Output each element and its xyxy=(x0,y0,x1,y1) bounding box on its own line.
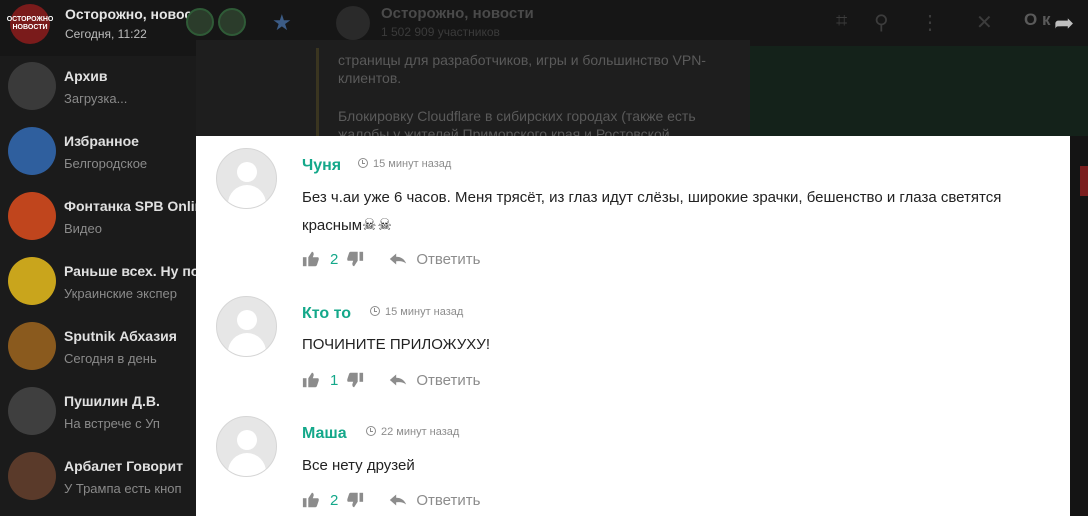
chat-subscribers: 1 502 909 участников xyxy=(381,25,500,39)
chat-preview: Белгородское xyxy=(64,156,148,171)
chat-name: Арбалет Говорит xyxy=(64,458,183,474)
chat-name: Sputnik Абхазия xyxy=(64,328,177,344)
comment-author[interactable]: Чуня xyxy=(302,157,341,175)
reply-arrow-icon[interactable] xyxy=(388,372,408,388)
star-icon[interactable]: ★ xyxy=(272,10,292,36)
chat-name: Раньше всех. Ну по xyxy=(64,263,200,279)
quote-bar xyxy=(316,48,319,136)
chat-list-item[interactable]: Раньше всех. Ну по Украинские экспер xyxy=(0,251,200,316)
comment-body: ПОЧИНИТЕ ПРИЛОЖУХУ! xyxy=(302,336,491,353)
chat-list-item[interactable]: Архив Загрузка... xyxy=(0,56,196,121)
avatar xyxy=(216,416,277,477)
time-text: 15 минут назад xyxy=(385,306,464,318)
chat-avatar xyxy=(8,452,56,500)
clock-icon xyxy=(366,426,376,436)
thumbs-up-icon[interactable] xyxy=(302,250,320,268)
chat-name: Пушилин Д.В. xyxy=(64,393,160,409)
chat-list-item[interactable]: Арбалет Говорит У Трампа есть кноп xyxy=(0,446,196,511)
like-count: 1 xyxy=(330,371,339,389)
chat-avatar xyxy=(8,387,56,435)
reply-arrow-icon[interactable] xyxy=(388,492,408,508)
close-icon[interactable]: ✕ xyxy=(976,10,993,35)
red-marker xyxy=(1080,166,1088,196)
story-avatar[interactable] xyxy=(218,8,246,36)
avatar xyxy=(216,148,277,209)
message-line: жалобы у жителей Приморского края и Рост… xyxy=(338,126,670,136)
channel-logo-text: ОСТОРОЖНО НОВОСТИ xyxy=(6,16,54,31)
reply-button[interactable]: Ответить xyxy=(416,251,480,268)
chat-name: Фонтанка SPB Onlin xyxy=(64,198,204,214)
thumbs-up-icon[interactable] xyxy=(302,371,320,389)
chat-title: Осторожно, новости xyxy=(381,5,534,22)
chat-name: Избранное xyxy=(64,133,139,149)
comment-time: 15 минут назад xyxy=(358,158,451,170)
chat-preview: Загрузка... xyxy=(64,91,128,106)
chat-preview: Видео xyxy=(64,221,102,236)
thumbs-down-icon[interactable] xyxy=(346,371,364,389)
comment-text: Без ч.аи уже 6 часов. Меня трясёт, из гл… xyxy=(302,184,1042,240)
reply-button[interactable]: Ответить xyxy=(416,372,480,389)
avatar xyxy=(216,296,277,357)
chat-preview: У Трампа есть кноп xyxy=(64,481,182,496)
chat-preview: На встрече с Уп xyxy=(64,416,160,431)
story-time: Сегодня, 11:22 xyxy=(65,27,147,41)
comment-body: Без ч.аи уже 6 часов. Меня трясёт, из гл… xyxy=(302,189,1002,234)
chat-list-item[interactable]: Sputnik Абхазия Сегодня в день xyxy=(0,316,196,381)
chat-message-area: страницы для разработчиков, игры и больш… xyxy=(196,40,750,136)
media-preview[interactable] xyxy=(750,46,1088,136)
thumbs-up-icon[interactable] xyxy=(302,491,320,509)
time-text: 15 минут назад xyxy=(373,158,452,170)
chat-avatar xyxy=(8,322,56,370)
comment-text: Все нету друзей xyxy=(302,452,1042,480)
comment-actions: 2 Ответить xyxy=(302,249,480,269)
skull-emoji: ☠☠ xyxy=(362,217,393,234)
chat-avatar xyxy=(8,257,56,305)
chat-avatar xyxy=(8,192,56,240)
comment-actions: 1 Ответить xyxy=(302,370,480,390)
comment-time: 15 минут назад xyxy=(370,306,463,318)
message-line: страницы для разработчиков, игры и больш… xyxy=(338,52,706,68)
share-icon[interactable]: ➦ xyxy=(1054,9,1074,38)
comment-actions: 2 Ответить xyxy=(302,490,480,510)
message-line: клиентов. xyxy=(338,70,402,86)
comment-time: 22 минут назад xyxy=(366,426,459,438)
search-icon[interactable]: ⚲ xyxy=(874,10,889,35)
story-avatar[interactable] xyxy=(186,8,214,36)
chat-avatar xyxy=(8,62,56,110)
thumbs-down-icon[interactable] xyxy=(346,491,364,509)
chat-name: Архив xyxy=(64,68,108,84)
clock-icon xyxy=(370,306,380,316)
comment-author[interactable]: Кто то xyxy=(302,305,351,323)
chat-list-item[interactable]: Фонтанка SPB Onlin Видео xyxy=(0,186,203,251)
more-icon[interactable]: ⋮ xyxy=(920,10,940,35)
like-count: 2 xyxy=(330,491,339,509)
chat-avatar[interactable] xyxy=(336,6,370,40)
comment-body: Все нету друзей xyxy=(302,457,415,474)
comments-panel: Чуня 15 минут назад Без ч.аи уже 6 часов… xyxy=(196,136,1070,516)
chat-list-item[interactable]: Пушилин Д.В. На встрече с Уп xyxy=(0,381,196,446)
reply-button[interactable]: Ответить xyxy=(416,492,480,509)
reply-arrow-icon[interactable] xyxy=(388,251,408,267)
comment-text: ПОЧИНИТЕ ПРИЛОЖУХУ! xyxy=(302,331,1042,359)
right-panel-title: О к xyxy=(1024,10,1051,29)
thumbs-down-icon[interactable] xyxy=(346,250,364,268)
time-text: 22 минут назад xyxy=(381,426,460,438)
message-line: Блокировку Cloudflare в сибирских города… xyxy=(338,108,696,124)
chat-avatar xyxy=(8,127,56,175)
chat-list: Архив Загрузка... Избранное Белгородское Фон… xyxy=(0,56,203,516)
like-count: 2 xyxy=(330,250,339,268)
translate-icon[interactable]: ⌗ xyxy=(836,10,847,33)
chat-preview: Сегодня в день xyxy=(64,351,157,366)
comment-author[interactable]: Маша xyxy=(302,425,347,443)
clock-icon xyxy=(358,158,368,168)
chat-list-item[interactable]: Избранное Белгородское xyxy=(0,121,196,186)
chat-preview: Украинские экспер xyxy=(64,286,178,301)
channel-logo[interactable]: ОСТОРОЖНО НОВОСТИ xyxy=(7,4,53,44)
